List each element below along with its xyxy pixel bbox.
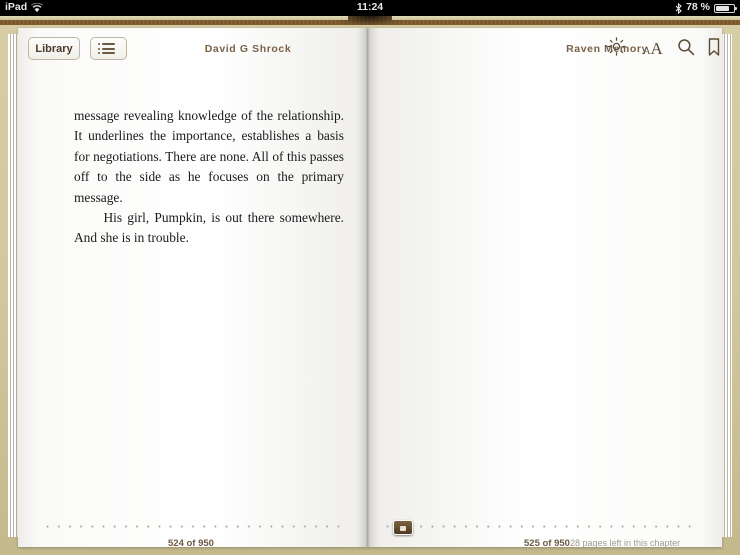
- battery-percent-label: 78 %: [686, 1, 710, 13]
- ios-status-bar: iPad 11:24 78 %: [0, 0, 740, 16]
- chapter-pages-left-label: 28 pages left in this chapter: [570, 538, 681, 548]
- bookmark-button[interactable]: [704, 37, 724, 61]
- table-of-contents-button[interactable]: [90, 37, 127, 60]
- library-button[interactable]: Library: [28, 37, 80, 60]
- search-button[interactable]: [674, 38, 698, 60]
- book-page-right[interactable]: Chapter 19 Fingers working up, Julie but…: [368, 28, 722, 547]
- page-number-left: 524 of 950: [168, 538, 214, 549]
- author-label: David G Shrock: [204, 43, 292, 55]
- left-page-text: message revealing knowledge of the relat…: [74, 106, 344, 249]
- book-page-left[interactable]: message revealing knowledge of the relat…: [18, 28, 368, 547]
- status-bar-right: 78 %: [675, 1, 737, 14]
- reader-toolbar: Library David G Shrock Raven Memory AA: [18, 28, 722, 70]
- book-top-edge-left-cap: [0, 16, 348, 20]
- font-size-large-letter: A: [650, 39, 663, 58]
- brightness-button[interactable]: [604, 37, 628, 61]
- paragraph: His girl, Pumpkin, is out there somewher…: [74, 210, 344, 246]
- bluetooth-icon: [675, 2, 682, 14]
- ibooks-reader-screen: iPad 11:24 78 % message revealing knowle…: [0, 0, 740, 555]
- font-size-icon: AA: [643, 40, 663, 58]
- table-of-contents-icon: [98, 43, 115, 54]
- font-size-button[interactable]: AA: [638, 38, 668, 60]
- book-frame: message revealing knowledge of the relat…: [0, 16, 740, 555]
- book-top-edge-right-cap: [392, 16, 740, 20]
- progress-dots-left[interactable]: [42, 525, 348, 531]
- brightness-icon: [606, 37, 626, 61]
- status-bar-clock: 11:24: [356, 1, 384, 13]
- progress-handle-icon[interactable]: [393, 520, 413, 535]
- progress-dots-right[interactable]: [382, 525, 700, 531]
- battery-icon: [714, 3, 737, 13]
- paragraph: message revealing knowledge of the relat…: [74, 108, 344, 205]
- bookmark-icon: [708, 37, 720, 61]
- search-icon: [677, 38, 695, 61]
